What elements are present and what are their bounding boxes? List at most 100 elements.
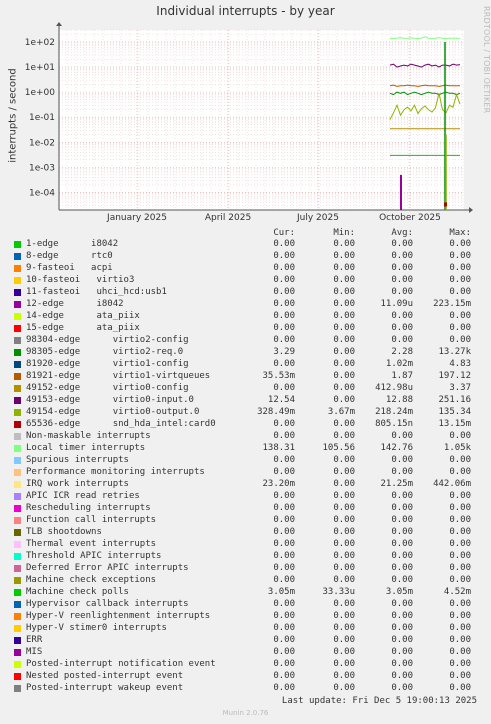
legend-row: Thermal event interrupts 0.00 0.00 0.00 0.00 (0, 539, 491, 551)
legend-swatch (14, 277, 21, 284)
legend-series-name: 65536-edge snd_hda_intel:card0 (26, 419, 216, 429)
legend-swatch (14, 373, 21, 380)
legend-row: 15-edge ata_piix 0.00 0.00 0.00 0.00 (0, 323, 491, 335)
legend-swatch (14, 649, 21, 656)
legend-swatch (14, 625, 21, 632)
legend-swatch (14, 325, 21, 332)
legend-max-value: 0.00 (449, 683, 471, 693)
legend-series-name: Spurious interrupts (26, 455, 129, 465)
legend-row: Spurious interrupts 0.00 0.00 0.00 0.00 (0, 455, 491, 467)
legend-swatch (14, 445, 21, 452)
x-tick-label: April 2025 (205, 213, 251, 223)
legend-row: 1-edge i8042 0.00 0.00 0.00 0.00 (0, 239, 491, 251)
legend-series-name: Hyper-V reenlightenment interrupts (26, 611, 211, 621)
legend-swatch (14, 589, 21, 596)
munin-version: Munin 2.0.76 (222, 709, 269, 717)
legend-max-value: 0.00 (449, 311, 471, 321)
legend-series-name: 14-edge ata_piix (26, 311, 140, 321)
last-update: Last update: Fri Dec 5 19:00:13 2025 (281, 696, 477, 706)
legend-row: Performance monitoring interrupts 0.00 0.0… (0, 467, 491, 479)
legend-max-value: 0.00 (449, 491, 471, 501)
legend-row: Nested posted-interrupt event 0.00 0.00 0.0… (0, 671, 491, 683)
legend-series-name: ERR (26, 635, 43, 645)
legend-row: APIC ICR read retries 0.00 0.00 0.00 0.00 (0, 491, 491, 503)
legend-row: Hyper-V reenlightenment interrupts 0.00 0.… (0, 611, 491, 623)
legend-row: 14-edge ata_piix 0.00 0.00 0.00 0.00 (0, 311, 491, 323)
legend-swatch (14, 397, 21, 404)
x-tick-label: January 2025 (106, 213, 167, 223)
legend-series-name: 81921-edge virtio1-virtqueues (26, 371, 211, 381)
legend-row: 49154-edge virtio0-output.0 328.49m 3.67m 2… (0, 407, 491, 419)
chart-plot: 1e+02 1e+01 1e+00 1e-01 1e-02 1e-03 1e-04 Janua… (25, 22, 473, 223)
legend-swatch (14, 601, 21, 608)
legend-swatch (14, 469, 21, 476)
legend-max-value: 0.00 (449, 611, 471, 621)
legend-swatch (14, 253, 21, 260)
legend-series-name: 49152-edge virtio0-config (26, 383, 189, 393)
legend-series-name: 10-fasteoi virtio3 (26, 275, 135, 285)
legend-swatch (14, 241, 21, 248)
legend-row: Deferred Error APIC interrupts 0.00 0.00 0.… (0, 563, 491, 575)
legend-max-value: 0.00 (449, 503, 471, 513)
legend-row: 12-edge i8042 0.00 0.00 11.09u 223.15m (0, 299, 491, 311)
legend-max-value: 0.00 (449, 671, 471, 681)
x-tick-label: July 2025 (296, 213, 339, 223)
y-tick-label: 1e-03 (29, 163, 55, 173)
legend-swatch (14, 349, 21, 356)
legend-series-name: Thermal event interrupts (26, 539, 157, 549)
legend-max-value: 4.83 (449, 359, 471, 369)
legend-row: ERR 0.00 0.00 0.00 0.00 (0, 635, 491, 647)
legend-row: Hypervisor callback interrupts 0.00 0.00 0.… (0, 599, 491, 611)
legend-max-value: 0.00 (449, 323, 471, 333)
legend-row: Non-maskable interrupts 0.00 0.00 0.00 0.00 (0, 431, 491, 443)
legend-row: 11-fasteoi uhci_hcd:usb1 0.00 0.00 0.00 0.00 (0, 287, 491, 299)
legend-row: Threshold APIC interrupts 0.00 0.00 0.00 0.0… (0, 551, 491, 563)
legend-max-value: 0.00 (449, 551, 471, 561)
legend-swatch (14, 613, 21, 620)
legend-swatch (14, 481, 21, 488)
legend-swatch (14, 457, 21, 464)
legend-row: IRQ work interrupts 23.20m 0.00 21.25m 442.0… (0, 479, 491, 491)
legend-series-name: 81920-edge virtio1-config (26, 359, 189, 369)
legend-swatch (14, 409, 21, 416)
legend-swatch (14, 685, 21, 692)
y-tick-label: 1e-04 (29, 188, 55, 198)
legend-swatch (14, 529, 21, 536)
legend-row: 81920-edge virtio1-config 0.00 0.00 1.02m 4.… (0, 359, 491, 371)
x-tick-label: October 2025 (379, 213, 441, 223)
legend-series-name: Machine check polls (26, 587, 129, 597)
legend-max-value: 13.15m (438, 419, 471, 429)
legend-row: 8-edge rtc0 0.00 0.00 0.00 0.00 (0, 251, 491, 263)
legend-max-value: 442.06m (433, 479, 471, 489)
legend-max-value: 0.00 (449, 467, 471, 477)
legend-max-value: 135.34 (438, 407, 471, 417)
legend-series-name: Deferred Error APIC interrupts (26, 563, 189, 573)
legend-row: 49153-edge virtio0-input.0 12.54 0.00 12.88… (0, 395, 491, 407)
legend-swatch (14, 361, 21, 368)
legend-swatch (14, 337, 21, 344)
legend-swatch (14, 565, 21, 572)
legend-row: 9-fasteoi acpi 0.00 0.00 0.00 0.00 (0, 263, 491, 275)
legend-series-name: Posted-interrupt notification event (26, 659, 216, 669)
legend: 1-edge i8042 0.00 0.00 0.00 0.00 8-edge rtc0 0… (0, 239, 491, 695)
legend-series-name: MIS (26, 647, 43, 657)
legend-swatch (14, 577, 21, 584)
legend-row: Rescheduling interrupts 0.00 0.00 0.00 0.00 (0, 503, 491, 515)
legend-max-value: 3.37 (449, 383, 471, 393)
legend-row: 49152-edge virtio0-config 0.00 0.00 412.98u… (0, 383, 491, 395)
legend-swatch (14, 421, 21, 428)
legend-row: Posted-interrupt wakeup event 0.00 0.00 0.0… (0, 683, 491, 695)
legend-max-value: 1.05k (443, 443, 471, 453)
legend-row: TLB shootdowns 0.00 0.00 0.00 0.00 (0, 527, 491, 539)
legend-swatch (14, 505, 21, 512)
legend-series-name: Machine check exceptions (26, 575, 157, 585)
legend-series-name: Nested posted-interrupt event (26, 671, 184, 681)
legend-max-value: 0.00 (449, 263, 471, 273)
legend-series-name: 1-edge i8042 (26, 239, 119, 249)
legend-row: Function call interrupts 0.00 0.00 0.00 0.00 (0, 515, 491, 527)
legend-max-value: 0.00 (449, 575, 471, 585)
legend-series-name: IRQ work interrupts (26, 479, 129, 489)
legend-row: Machine check exceptions 0.00 0.00 0.00 0.00 (0, 575, 491, 587)
legend-swatch (14, 637, 21, 644)
legend-series-name: 49154-edge virtio0-output.0 (26, 407, 200, 417)
